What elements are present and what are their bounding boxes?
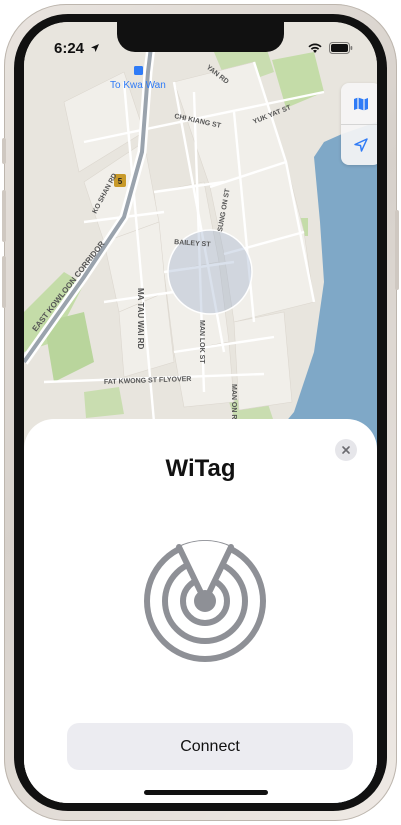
- volume-down-button: [2, 256, 6, 308]
- connect-button[interactable]: Connect: [67, 723, 353, 770]
- bottom-sheet: WiTag Connect: [24, 419, 377, 803]
- power-button: [395, 210, 399, 290]
- map-label-man-lok-st: MAN LOK ST: [198, 320, 205, 364]
- map-label-ma-tau-wai-rd: MA TAU WAI RD: [136, 288, 145, 350]
- route-shield-label: 5: [118, 177, 123, 186]
- sheet-title: WiTag: [165, 455, 236, 482]
- location-arrow-icon: [91, 44, 100, 52]
- map-icon: [354, 97, 368, 110]
- close-icon: [342, 446, 350, 454]
- navigation-arrow-icon: [354, 137, 368, 152]
- status-time-text: 6:24: [54, 40, 85, 57]
- home-indicator[interactable]: [144, 790, 268, 795]
- app-screenshot: 5 To Kwa Wan YAN RD CHI KIANG ST YUK YAT…: [0, 0, 401, 825]
- mute-switch: [2, 138, 6, 164]
- status-icons: [307, 42, 353, 54]
- wifi-icon: [308, 43, 322, 53]
- screen: 5 To Kwa Wan YAN RD CHI KIANG ST YUK YAT…: [24, 22, 377, 803]
- battery-icon: [329, 42, 353, 54]
- status-time: 6:24: [54, 40, 100, 57]
- notch: [117, 22, 284, 52]
- map-label-to-kwa-wan: To Kwa Wan: [110, 80, 166, 91]
- volume-up-button: [2, 190, 6, 242]
- map-controls: [341, 83, 377, 165]
- radar-icon: [144, 540, 266, 662]
- track-location-button[interactable]: [341, 124, 377, 165]
- map-mode-button[interactable]: [341, 83, 377, 124]
